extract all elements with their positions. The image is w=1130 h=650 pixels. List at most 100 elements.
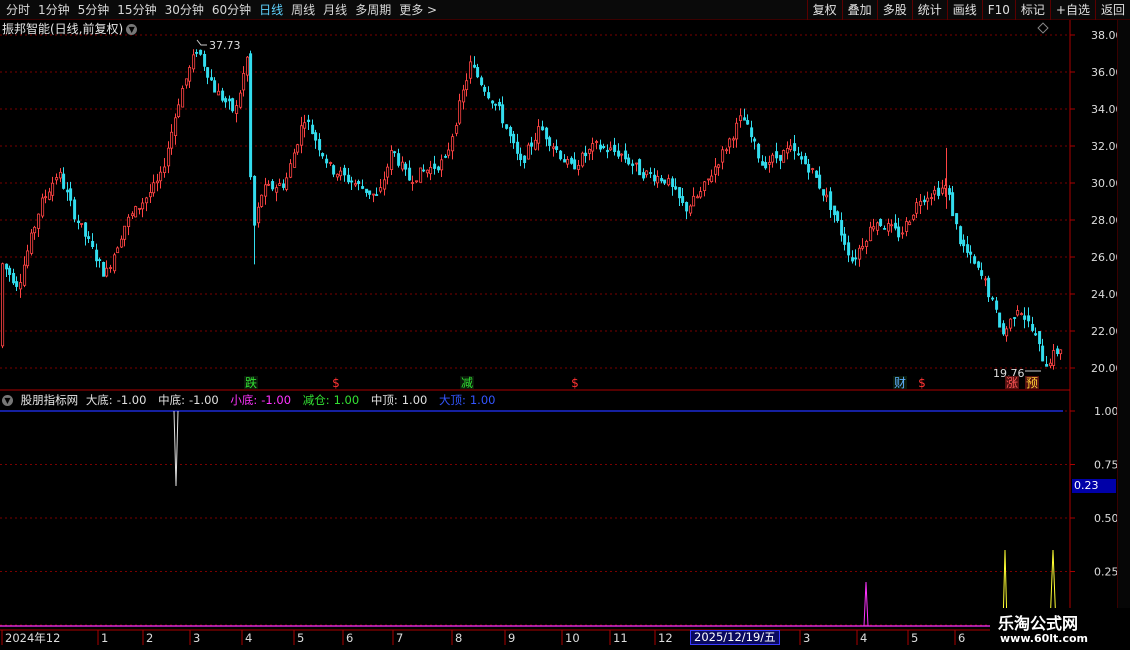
candle-body — [339, 170, 343, 177]
candle-body — [905, 221, 909, 232]
candle-body — [213, 80, 217, 93]
candle-body — [217, 90, 221, 96]
chevron-down-icon[interactable]: ▼ — [126, 24, 138, 35]
candle-body — [728, 138, 732, 148]
candle-body — [1020, 313, 1024, 316]
indicator-name: 股朋指标网 — [20, 393, 79, 407]
candle-body — [174, 117, 178, 136]
candle-body — [271, 181, 275, 190]
candle-body — [469, 61, 473, 79]
candle-body — [73, 199, 77, 220]
candle-body — [300, 125, 304, 146]
candle-body — [1027, 315, 1031, 322]
candle-body — [170, 131, 174, 149]
candle-body — [494, 103, 498, 106]
candle-body — [159, 171, 163, 182]
candle-body — [732, 138, 736, 141]
candle-body — [548, 137, 552, 146]
candle-body — [264, 184, 268, 197]
candle-body — [1052, 350, 1056, 366]
candle-body — [854, 257, 858, 260]
candle-body — [429, 166, 433, 175]
candle-body — [577, 164, 581, 170]
date-tick-label: 4 — [860, 631, 867, 645]
chevron-down-icon[interactable]: ▼ — [2, 395, 13, 406]
kline-chart[interactable]: 38.0036.0034.0032.0030.0028.0026.0024.00… — [0, 0, 1130, 650]
candle-body — [847, 242, 851, 256]
candle-body — [721, 149, 725, 163]
candle-body — [530, 142, 534, 147]
candle-body — [311, 124, 315, 135]
candle-body — [609, 147, 613, 151]
candle-body — [336, 173, 340, 178]
candle-body — [573, 159, 577, 170]
candle-body — [833, 205, 837, 216]
candle-body — [145, 197, 149, 204]
candle-body — [48, 191, 52, 200]
candle-body — [95, 249, 99, 262]
candle-body — [527, 144, 531, 160]
candle-body — [689, 205, 693, 214]
candle-body — [894, 222, 898, 229]
candle-body — [1023, 315, 1027, 320]
candle-body — [249, 53, 253, 178]
candle-body — [966, 244, 970, 253]
candle-body — [501, 104, 505, 124]
candle-body — [386, 166, 390, 178]
indicator-spike-magenta — [863, 581, 869, 627]
ind-item-jiancang: 减仓: 1.00 — [303, 393, 363, 407]
candle-body — [725, 149, 729, 152]
candle-body — [645, 170, 649, 176]
candle-body — [1034, 333, 1038, 336]
candle-body — [260, 194, 264, 207]
ind-label: 中底: — [158, 393, 185, 407]
watermark-url: www.60lt.com — [1000, 632, 1089, 645]
candle-body — [120, 238, 124, 248]
candle-body — [289, 163, 293, 178]
candle-body — [649, 172, 653, 174]
ind-value: 1.00 — [401, 393, 428, 407]
candle-body — [915, 202, 919, 214]
candle-body — [984, 278, 988, 281]
candle-body — [206, 67, 210, 78]
signal-marker: 预 — [1026, 376, 1038, 390]
candle-body — [901, 232, 905, 235]
candle-body — [926, 197, 930, 202]
candle-body — [282, 183, 286, 188]
candle-body — [635, 162, 639, 165]
candle-body — [415, 180, 419, 183]
candle-body — [840, 220, 844, 236]
main-chart-title[interactable]: 振邦智能(日线,前复权) ▼ — [2, 21, 138, 37]
candle-body — [87, 236, 91, 240]
candle-body — [512, 133, 516, 144]
candle-body — [347, 174, 351, 183]
candle-body — [242, 73, 246, 91]
candle-body — [951, 192, 955, 217]
candle-body — [757, 143, 761, 159]
candle-body — [995, 300, 999, 310]
right-side-strip[interactable] — [1117, 20, 1130, 630]
candle-body — [307, 119, 311, 122]
signal-marker: $ — [918, 376, 926, 390]
ind-item-dading: 大顶: 1.00 — [439, 393, 499, 407]
ind-item-zhongdi: 中底: -1.00 — [158, 393, 223, 407]
ind-value: -1.00 — [188, 393, 219, 407]
candle-body — [746, 120, 750, 125]
candle-body — [566, 159, 570, 165]
stock-title: 振邦智能(日线,前复权) — [2, 22, 124, 36]
candle-body — [69, 188, 73, 201]
candle-body — [303, 122, 307, 129]
date-tick-label: 6 — [958, 631, 965, 645]
candle-body — [570, 157, 574, 164]
candle-body — [1002, 323, 1006, 335]
candle-body — [588, 148, 592, 154]
candle-body — [127, 216, 131, 227]
ind-label: 小底: — [230, 393, 258, 407]
candle-body — [627, 157, 631, 165]
candle-body — [786, 147, 790, 154]
candle-body — [595, 141, 599, 143]
signal-marker: $ — [571, 376, 579, 390]
candle-body — [519, 153, 523, 161]
date-tick-label: 4 — [245, 631, 252, 645]
candle-body — [552, 146, 556, 149]
